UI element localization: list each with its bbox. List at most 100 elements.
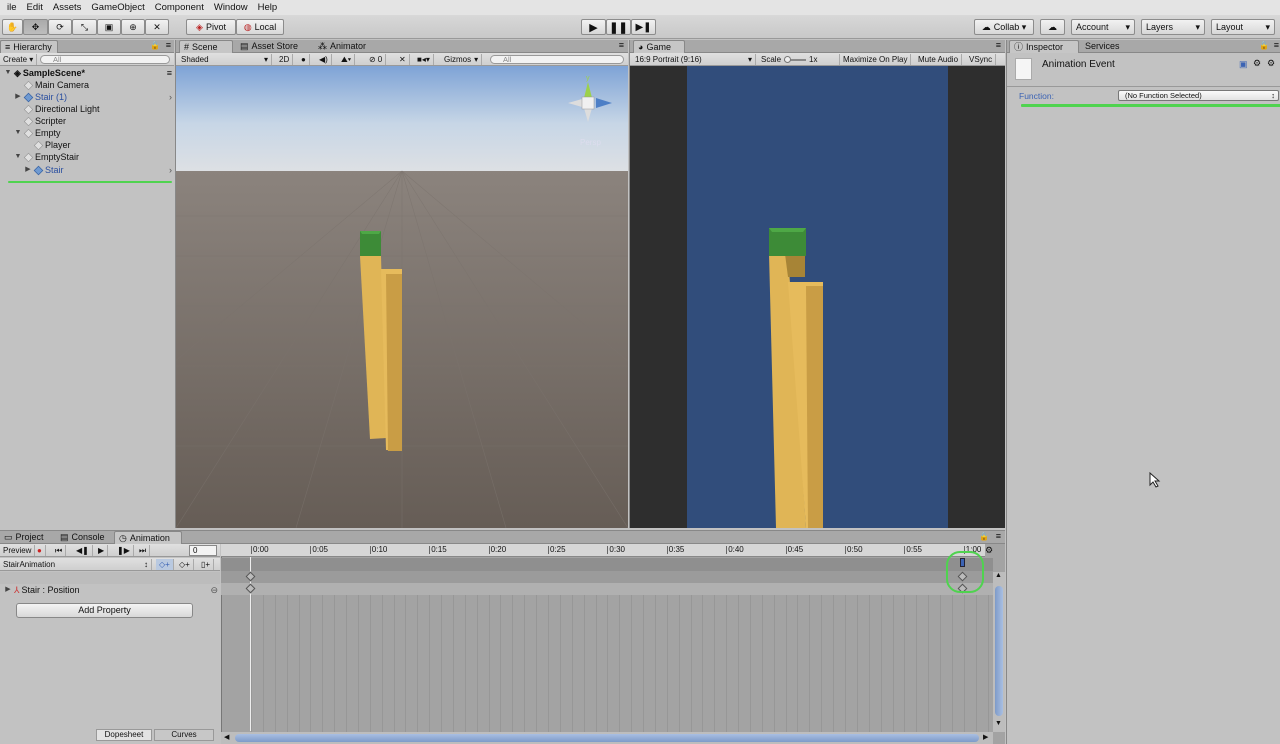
- scene-root-item[interactable]: ▼ ◈ SampleScene* ≡: [4, 67, 172, 79]
- account-dropdown[interactable]: Account ▾: [1071, 19, 1135, 35]
- next-key-button[interactable]: ❚▶: [114, 545, 134, 556]
- list-item[interactable]: ▶ Stair (1) ›: [14, 91, 172, 103]
- panel-menu-icon[interactable]: ≡: [1274, 40, 1279, 50]
- first-key-button[interactable]: ⏮: [52, 545, 67, 556]
- menu-file[interactable]: ile: [2, 2, 22, 13]
- scene-menu-icon[interactable]: ≡: [167, 67, 172, 79]
- help-book-icon[interactable]: ▣: [1239, 59, 1248, 70]
- scroll-thumb[interactable]: [995, 586, 1003, 716]
- function-dropdown[interactable]: (No Function Selected) ↕: [1118, 90, 1279, 101]
- tab-asset-store[interactable]: ▤ Asset Store: [236, 40, 302, 53]
- light-icon[interactable]: ●: [298, 54, 310, 65]
- last-key-button[interactable]: ⏭: [136, 545, 151, 556]
- horizontal-scrollbar[interactable]: ◀ ▶: [221, 732, 993, 744]
- panel-menu-icon[interactable]: ≡: [619, 40, 624, 50]
- lock-icon[interactable]: 🔒: [979, 532, 989, 541]
- scroll-right-icon[interactable]: ▶: [983, 733, 988, 741]
- time-ruler[interactable]: [221, 544, 985, 557]
- rotate-tool-button[interactable]: ⟳: [48, 19, 72, 35]
- tab-animator[interactable]: ⁂ Animator: [314, 40, 370, 53]
- expand-arrow-icon[interactable]: ▼: [14, 127, 22, 139]
- hidden-objects-toggle[interactable]: ⊘ 0: [366, 54, 387, 65]
- list-item[interactable]: Player: [33, 139, 71, 151]
- list-item[interactable]: Directional Light: [23, 103, 100, 115]
- aspect-dropdown[interactable]: 16:9 Portrait (9:16) ▾: [632, 54, 756, 65]
- scale-slider[interactable]: Scale 1x: [758, 54, 840, 65]
- play-anim-button[interactable]: ▶: [95, 545, 109, 556]
- persp-label[interactable]: Persp: [580, 138, 601, 147]
- play-button[interactable]: ▶: [581, 19, 606, 35]
- gizmos-dropdown[interactable]: Gizmos ▾: [441, 54, 483, 65]
- menu-component[interactable]: Component: [150, 2, 209, 13]
- layout-dropdown[interactable]: Layout ▾: [1211, 19, 1275, 35]
- scroll-left-icon[interactable]: ◀: [224, 733, 229, 741]
- add-keyframe-button[interactable]: ◇+: [156, 559, 174, 570]
- tab-game[interactable]: ◕ Game: [633, 40, 685, 53]
- step-button[interactable]: ▶❚: [631, 19, 656, 35]
- create-dropdown[interactable]: Create ▾: [0, 54, 38, 65]
- vertical-scrollbar[interactable]: ▲ ▼: [993, 572, 1005, 732]
- settings-gear-icon[interactable]: ⚙: [985, 545, 993, 556]
- list-item[interactable]: ▼ Empty: [14, 127, 61, 139]
- chevron-right-icon[interactable]: ›: [169, 164, 172, 176]
- tab-project[interactable]: ▭ Project: [0, 531, 48, 544]
- scroll-down-icon[interactable]: ▼: [995, 720, 1002, 727]
- effects-icon[interactable]: ⛰▾: [338, 54, 356, 65]
- hierarchy-search-input[interactable]: All: [40, 55, 170, 64]
- clip-dropdown[interactable]: StairAnimation ↕: [0, 559, 152, 570]
- scroll-thumb[interactable]: [235, 734, 979, 742]
- preview-toggle[interactable]: Preview: [0, 545, 36, 556]
- pivot-button[interactable]: ◈ Pivot: [186, 19, 236, 35]
- tab-inspector[interactable]: ⓘ Inspector: [1009, 40, 1079, 53]
- audio-icon[interactable]: ◀): [316, 54, 332, 65]
- maximize-on-play-toggle[interactable]: Maximize On Play: [840, 54, 912, 65]
- lock-icon[interactable]: 🔒: [150, 41, 160, 50]
- menu-window[interactable]: Window: [209, 2, 253, 13]
- frame-input[interactable]: 0: [189, 545, 217, 556]
- expand-arrow-icon[interactable]: ▶: [4, 584, 12, 596]
- tab-services[interactable]: Services: [1081, 40, 1124, 53]
- tab-scene[interactable]: # Scene: [179, 40, 233, 53]
- lock-icon[interactable]: 🔒: [1259, 41, 1269, 50]
- list-item[interactable]: Scripter: [23, 115, 66, 127]
- event-marker-button[interactable]: ▯+: [198, 559, 215, 570]
- panel-menu-icon[interactable]: ≡: [996, 40, 1001, 50]
- tab-console[interactable]: ▤ Console: [56, 531, 109, 544]
- events-row[interactable]: [221, 558, 993, 571]
- camera-icon[interactable]: ■◂▾: [414, 54, 434, 65]
- preset-icon[interactable]: ⚙: [1253, 58, 1261, 69]
- scene-search-input[interactable]: All: [490, 55, 624, 64]
- prev-key-button[interactable]: ◀❚: [73, 545, 93, 556]
- scroll-up-icon[interactable]: ▲: [995, 572, 1002, 579]
- mute-audio-toggle[interactable]: Mute Audio: [915, 54, 963, 65]
- expand-arrow-icon[interactable]: ▶: [14, 91, 22, 103]
- rect-tool-button[interactable]: ▣: [97, 19, 121, 35]
- pause-button[interactable]: ❚❚: [606, 19, 631, 35]
- local-button[interactable]: ◍ Local: [236, 19, 284, 35]
- custom-tool-button[interactable]: ✕: [145, 19, 169, 35]
- expand-arrow-icon[interactable]: ▼: [4, 67, 12, 79]
- vsync-toggle[interactable]: VSync: [966, 54, 997, 65]
- shading-dropdown[interactable]: Shaded ▾: [178, 54, 272, 65]
- tab-hierarchy[interactable]: ≡ Hierarchy: [0, 40, 58, 53]
- slider-thumb[interactable]: [784, 55, 792, 63]
- tab-animation[interactable]: ◷ Animation: [114, 531, 182, 544]
- tools-icon[interactable]: ✕: [396, 54, 410, 65]
- panel-menu-icon[interactable]: ≡: [996, 531, 1001, 541]
- gear-icon[interactable]: ⚙: [1267, 58, 1275, 69]
- menu-edit[interactable]: Edit: [22, 2, 48, 13]
- move-tool-button[interactable]: ✥: [23, 19, 48, 35]
- chevron-right-icon[interactable]: ›: [169, 91, 172, 103]
- collab-button[interactable]: ☁ Collab ▾: [974, 19, 1034, 35]
- expand-arrow-icon[interactable]: ▼: [14, 151, 22, 163]
- list-item[interactable]: Main Camera: [23, 79, 89, 91]
- property-row[interactable]: ▶ ⅄ Stair : Position ⊖: [4, 584, 218, 596]
- menu-assets[interactable]: Assets: [48, 2, 87, 13]
- expand-arrow-icon[interactable]: ▶: [24, 164, 32, 176]
- cloud-button[interactable]: ☁: [1040, 19, 1065, 35]
- scene-viewport[interactable]: y Persp: [176, 66, 628, 528]
- scale-tool-button[interactable]: ⤡: [72, 19, 97, 35]
- add-event-button[interactable]: ◇+: [176, 559, 194, 570]
- panel-menu-icon[interactable]: ≡: [166, 40, 171, 50]
- menu-help[interactable]: Help: [253, 2, 283, 13]
